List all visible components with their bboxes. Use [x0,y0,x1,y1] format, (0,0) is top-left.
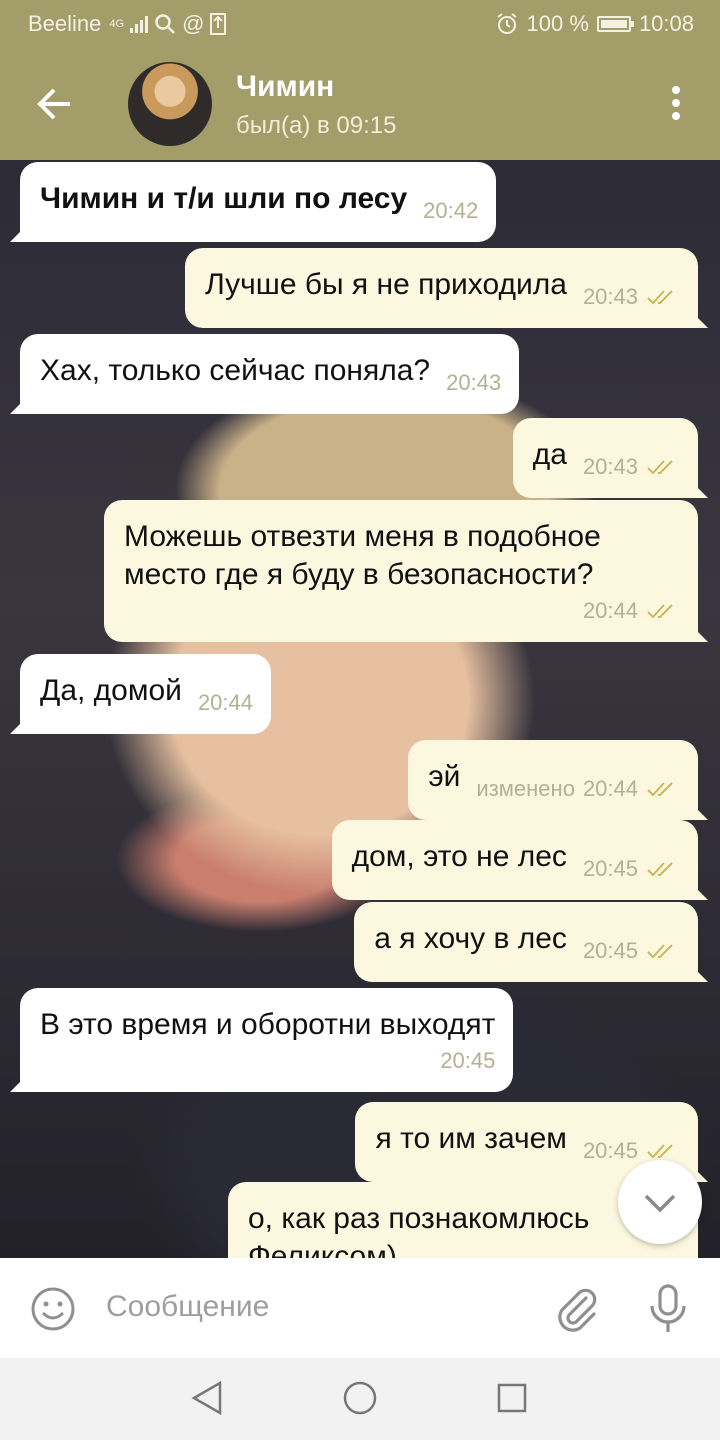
message-text-line: Феликсом) [248,1240,397,1258]
message-bubble[interactable]: Хах, только сейчас поняла? 20:43 [20,334,520,414]
message-bubble[interactable]: Можешь отвезти меня в подобное место где… [104,500,698,642]
signal-icon [130,15,149,33]
contact-name[interactable]: Чимин [236,70,334,104]
message-text: Лучше бы я не приходила [205,268,567,301]
double-check-icon [647,290,673,305]
double-check-icon [647,944,673,959]
microphone-icon[interactable] [646,1282,690,1334]
double-check-icon [647,604,673,619]
message-bubble[interactable]: В это время и оборотни выходят 20:45 [20,988,514,1092]
message-text: да [532,438,567,471]
double-check-icon [647,460,673,475]
more-vertical-icon[interactable] [668,86,684,126]
search-icon [155,14,175,34]
message-text: я то им зачем [375,1122,567,1155]
carrier-label: Beeline [28,11,102,36]
message-time: 20:44 [582,598,638,623]
message-time: 20:45 [582,856,638,881]
message-bubble[interactable]: да 20:43 [512,418,698,498]
message-time: 20:44 [582,776,638,801]
message-text: а я хочу в лес [374,922,567,955]
double-check-icon [647,782,673,797]
message-input[interactable]: Сообщение [106,1290,269,1324]
message-time: 20:43 [582,284,638,309]
message-bubble[interactable]: Лучше бы я не приходила 20:43 [185,248,698,328]
battery-icon [596,16,634,32]
battery-percent: 100 % [526,11,589,36]
message-text: эй [428,760,461,793]
message-text-line: о, как раз познакомлюсь [248,1202,590,1235]
double-check-icon [647,1144,673,1159]
message-bubble[interactable]: эй изменено 20:44 [408,740,698,820]
message-bubble[interactable]: Чимин и т/и шли по лесу 20:42 [20,162,497,242]
message-text: Чимин и т/и шли по лесу [40,182,408,215]
scroll-down-button[interactable] [618,1160,702,1244]
avatar[interactable] [128,62,212,146]
nav-recent-apps-icon[interactable] [496,1382,528,1414]
message-bubble[interactable]: дом, это не лес 20:45 [331,820,698,900]
edited-label: изменено [476,776,575,801]
message-input-bar: Сообщение [0,1258,720,1358]
network-label: 4G [109,18,125,30]
chat-header: Чимин был(а) в 09:15 [0,48,720,160]
alarm-icon [496,13,517,34]
message-time: 20:43 [582,454,638,479]
message-text: Да, домой [40,674,182,707]
last-seen-status: был(а) в 09:15 [236,112,397,139]
system-navigation-bar [0,1358,720,1440]
arrow-left-icon[interactable] [28,78,80,130]
paperclip-icon[interactable] [552,1284,600,1332]
message-text: Хах, только сейчас поняла? [40,354,431,387]
download-icon [210,13,227,35]
message-bubble[interactable]: Да, домой 20:44 [20,654,271,734]
message-time: 20:44 [197,690,253,715]
message-text-line: Можешь отвезти меня в подобное [124,520,601,553]
message-bubble[interactable]: а я хочу в лес 20:45 [354,902,698,982]
double-check-icon [647,862,673,877]
status-bar: Beeline 4G @ 100 % 10:08 [0,0,720,48]
message-text: В это время и оборотни выходят [40,1008,496,1041]
message-time: 20:45 [440,1048,496,1073]
nav-back-icon[interactable] [190,1380,224,1416]
at-sign-icon: @ [182,11,205,36]
smile-icon[interactable] [30,1286,76,1332]
message-text-line: место где я буду в безопасности? [124,558,594,591]
message-time: 20:43 [446,370,502,395]
message-time: 20:42 [423,198,479,223]
clock: 10:08 [638,11,694,36]
chevron-down-icon [644,1194,676,1213]
message-time: 20:45 [582,938,638,963]
nav-home-icon[interactable] [342,1380,378,1416]
message-text: дом, это не лес [351,840,567,873]
